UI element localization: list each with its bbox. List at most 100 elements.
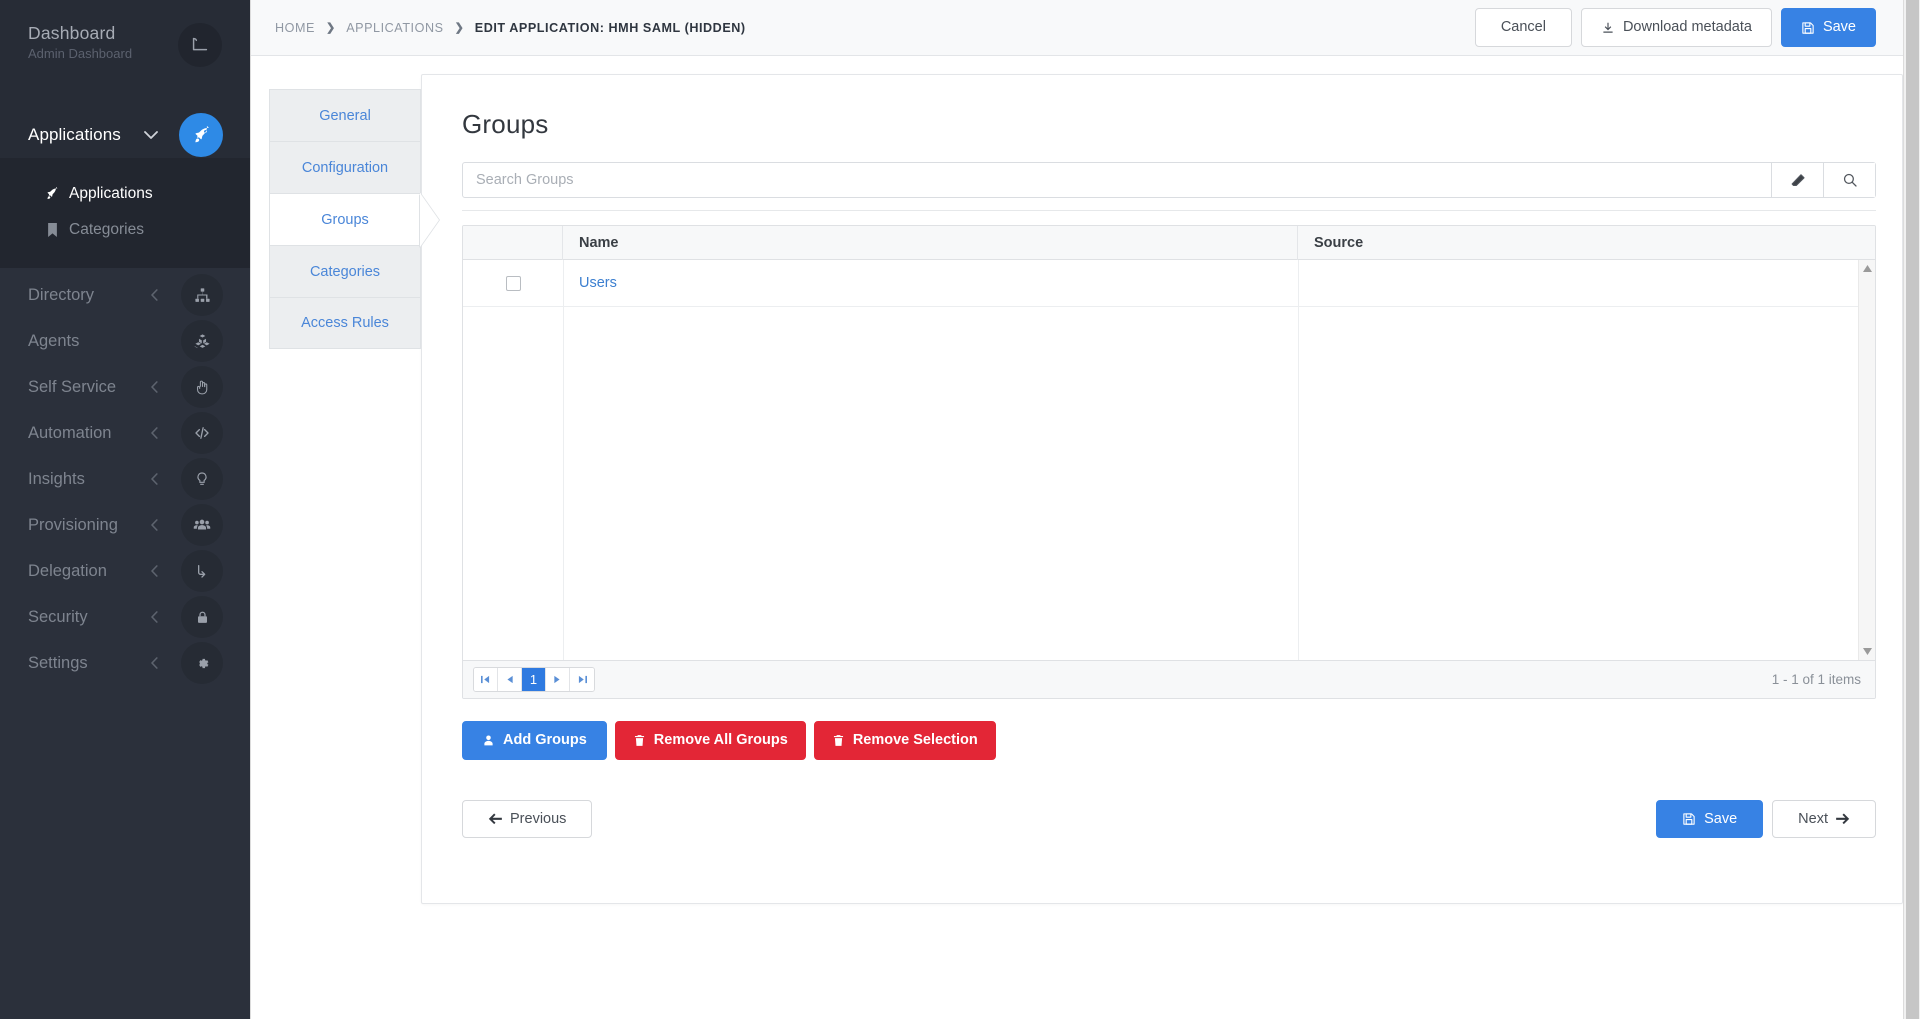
grid-actions: Add Groups Remove All Groups Remove Sele… bbox=[462, 721, 1876, 760]
grid-scrollbar-track[interactable] bbox=[1859, 277, 1875, 643]
sidebar-nav: Directory Agents Self Service Automation… bbox=[0, 268, 250, 686]
sidebar-item-self-service[interactable]: Self Service bbox=[0, 364, 250, 410]
grid-scrollbar[interactable] bbox=[1858, 260, 1875, 660]
breadcrumb-item-current: EDIT APPLICATION: HMH SAML (HIDDEN) bbox=[474, 20, 746, 35]
remove-selection-button[interactable]: Remove Selection bbox=[813, 721, 996, 760]
arrow-turn-down-icon bbox=[181, 550, 223, 592]
sidebar-item-settings[interactable]: Settings bbox=[0, 640, 250, 686]
user-icon bbox=[482, 734, 495, 747]
page-scrollbar-thumb[interactable] bbox=[1906, 0, 1919, 1019]
main-area: HOME ❯ APPLICATIONS ❯ EDIT APPLICATION: … bbox=[250, 0, 1920, 1019]
lightbulb-icon bbox=[181, 458, 223, 500]
clear-search-button[interactable] bbox=[1771, 163, 1823, 197]
wizard-footer-right: Save Next bbox=[1656, 799, 1876, 838]
grid-header-source[interactable]: Source bbox=[1298, 226, 1875, 260]
save-button-bottom[interactable]: Save bbox=[1656, 799, 1764, 838]
chevron-left-icon bbox=[151, 289, 158, 301]
wizard-footer: Previous Save Next bbox=[462, 799, 1876, 838]
rocket-icon bbox=[44, 187, 60, 201]
chevron-left-icon bbox=[151, 473, 158, 485]
row-checkbox[interactable] bbox=[505, 275, 521, 291]
scroll-down-icon[interactable] bbox=[1859, 643, 1875, 660]
grid-header-checkbox-col bbox=[463, 226, 563, 260]
row-checkbox-cell bbox=[463, 275, 563, 291]
scroll-up-icon[interactable] bbox=[1859, 260, 1875, 277]
tab-configuration[interactable]: Configuration bbox=[269, 141, 421, 193]
sidebar-item-label: Insights bbox=[28, 469, 85, 488]
code-icon bbox=[181, 412, 223, 454]
sidebar-item-label: Applications bbox=[69, 185, 153, 202]
sidebar-item-provisioning[interactable]: Provisioning bbox=[0, 502, 250, 548]
tab-categories[interactable]: Categories bbox=[269, 245, 421, 297]
pager-last-button[interactable] bbox=[570, 668, 594, 691]
column-divider bbox=[563, 260, 564, 660]
users-icon bbox=[181, 504, 223, 546]
download-metadata-label: Download metadata bbox=[1622, 19, 1752, 36]
rocket-icon bbox=[179, 113, 223, 157]
chevron-left-icon bbox=[151, 611, 158, 623]
group-link-users[interactable]: Users bbox=[579, 275, 617, 291]
sidebar-section-applications[interactable]: Applications bbox=[0, 112, 250, 158]
grid-header: Name Source bbox=[463, 226, 1875, 260]
table-row[interactable]: Users bbox=[463, 260, 1875, 307]
save-button-top[interactable]: Save bbox=[1780, 8, 1876, 47]
sidebar-item-insights[interactable]: Insights bbox=[0, 456, 250, 502]
pager-prev-button[interactable] bbox=[498, 668, 522, 691]
cancel-button[interactable]: Cancel bbox=[1474, 8, 1572, 47]
next-button[interactable]: Next bbox=[1772, 799, 1876, 838]
save-label-top: Save bbox=[1822, 19, 1856, 36]
sidebar-item-delegation[interactable]: Delegation bbox=[0, 548, 250, 594]
sidebar-brand: Dashboard Admin Dashboard bbox=[0, 0, 250, 112]
sidebar-item-label: Settings bbox=[28, 653, 88, 672]
sidebar-item-label: Provisioning bbox=[28, 515, 118, 534]
sidebar-item-agents[interactable]: Agents bbox=[0, 318, 250, 364]
breadcrumb-item-applications[interactable]: APPLICATIONS bbox=[346, 21, 443, 35]
search-submit-button[interactable] bbox=[1823, 163, 1875, 197]
tab-general[interactable]: General bbox=[269, 89, 421, 141]
groups-grid: Name Source Users 1 1 - 1 of 1 items bbox=[462, 225, 1876, 699]
cubes-icon bbox=[181, 320, 223, 362]
previous-button[interactable]: Previous bbox=[462, 799, 593, 838]
chevron-left-icon bbox=[151, 381, 158, 393]
add-groups-button[interactable]: Add Groups bbox=[462, 721, 607, 760]
search-bar bbox=[462, 162, 1876, 198]
pager-next-button[interactable] bbox=[546, 668, 570, 691]
sidebar-item-label: Delegation bbox=[28, 561, 107, 580]
page-title: Groups bbox=[462, 109, 549, 139]
hand-pointer-icon bbox=[181, 366, 223, 408]
search-input[interactable] bbox=[463, 163, 1771, 197]
sidebar-item-directory[interactable]: Directory bbox=[0, 272, 250, 318]
pager-buttons: 1 bbox=[473, 667, 595, 692]
sidebar-item-label: Agents bbox=[28, 331, 80, 350]
remove-all-groups-button[interactable]: Remove All Groups bbox=[614, 721, 806, 760]
breadcrumb: HOME ❯ APPLICATIONS ❯ EDIT APPLICATION: … bbox=[275, 21, 746, 35]
chevron-left-icon bbox=[151, 657, 158, 669]
sidebar-item-applications[interactable]: Applications bbox=[0, 176, 250, 212]
pager-first-button[interactable] bbox=[474, 668, 498, 691]
trash-icon bbox=[633, 734, 646, 747]
grid-header-name[interactable]: Name bbox=[563, 226, 1298, 260]
column-divider bbox=[1298, 260, 1299, 660]
sidebar-item-automation[interactable]: Automation bbox=[0, 410, 250, 456]
pager-page-1[interactable]: 1 bbox=[522, 668, 546, 691]
grid-body: Users bbox=[463, 260, 1875, 660]
column-header-label: Source bbox=[1314, 234, 1364, 251]
tab-groups[interactable]: Groups bbox=[269, 193, 421, 245]
eraser-icon bbox=[1790, 172, 1806, 188]
save-icon bbox=[1682, 812, 1696, 826]
sidebar-item-security[interactable]: Security bbox=[0, 594, 250, 640]
sitemap-icon bbox=[181, 274, 223, 316]
breadcrumb-item-home[interactable]: HOME bbox=[275, 21, 315, 35]
download-metadata-button[interactable]: Download metadata bbox=[1580, 8, 1772, 47]
tab-access-rules[interactable]: Access Rules bbox=[269, 297, 421, 349]
arrow-right-icon bbox=[1836, 813, 1850, 825]
page-scrollbar[interactable] bbox=[1903, 0, 1920, 1019]
breadcrumb-separator-icon: ❯ bbox=[325, 22, 336, 34]
remove-selection-label: Remove Selection bbox=[852, 732, 978, 748]
breadcrumb-separator-icon: ❯ bbox=[454, 22, 464, 34]
grid-pager: 1 1 - 1 of 1 items bbox=[463, 660, 1875, 698]
chevron-down-icon bbox=[144, 131, 158, 140]
sidebar-item-categories[interactable]: Categories bbox=[0, 212, 250, 248]
content-wrap: General Configuration Groups Categories … bbox=[251, 56, 1903, 1019]
pager-info: 1 - 1 of 1 items bbox=[1771, 672, 1861, 687]
